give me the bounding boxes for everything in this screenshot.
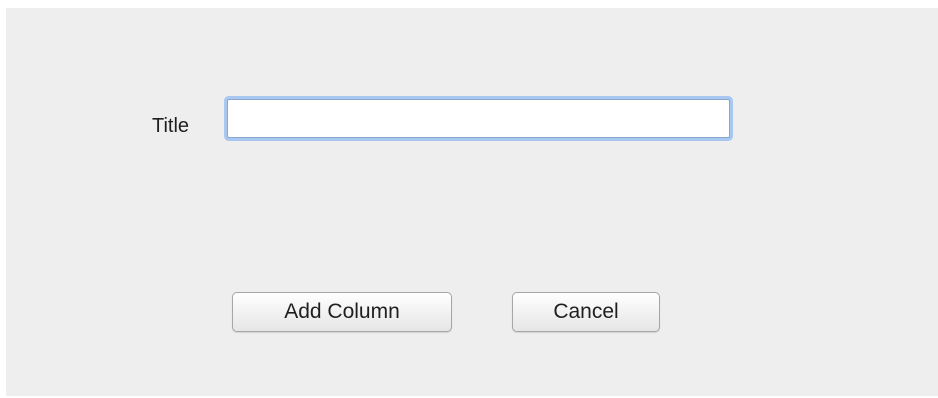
- title-input[interactable]: [227, 99, 730, 138]
- title-label: Title: [152, 115, 190, 137]
- add-column-button[interactable]: Add Column: [232, 292, 452, 332]
- add-column-dialog: Title Add Column Cancel: [6, 8, 938, 396]
- cancel-button[interactable]: Cancel: [512, 292, 660, 332]
